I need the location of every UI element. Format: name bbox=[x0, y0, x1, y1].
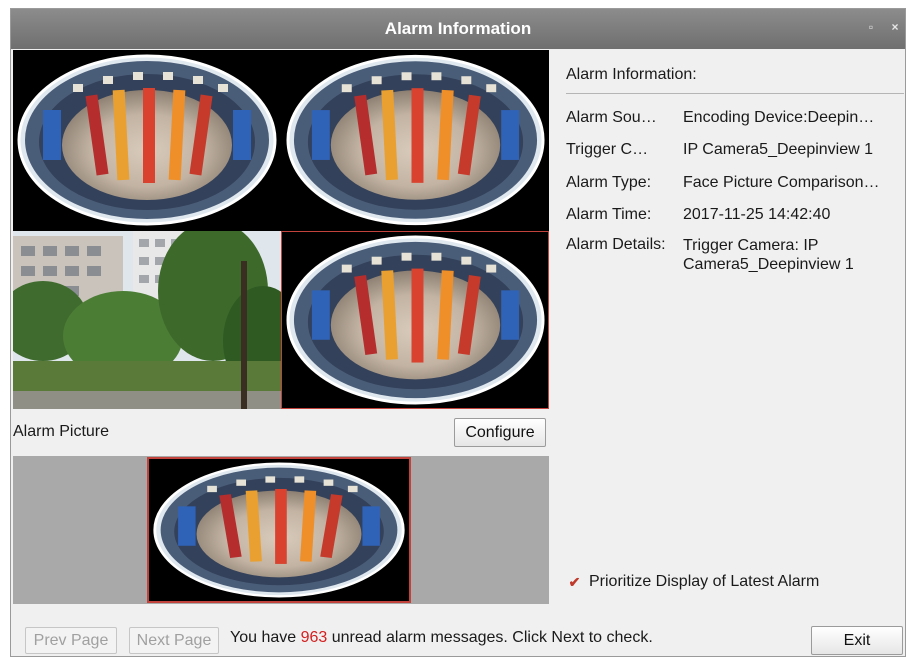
info-row-alarm-details: Alarm Details: Trigger Camera: IP Camera… bbox=[566, 236, 888, 274]
info-value: IP Camera5_Deepinview 1 bbox=[683, 141, 874, 158]
unread-prefix: You have bbox=[230, 629, 301, 646]
info-key: Trigger C… bbox=[566, 141, 649, 158]
info-value: Face Picture Comparison… bbox=[683, 174, 880, 191]
info-row-trigger-camera: Trigger C… IP Camera5_Deepinview 1 bbox=[566, 141, 901, 159]
info-key: Alarm Type: bbox=[566, 174, 652, 191]
info-value: Encoding Device:Deepin… bbox=[683, 109, 875, 126]
video-tile-2[interactable] bbox=[282, 50, 549, 230]
prioritize-latest-alarm-option[interactable]: ✔ Prioritize Display of Latest Alarm bbox=[568, 573, 820, 591]
info-row-alarm-type: Alarm Type: Face Picture Comparison… bbox=[566, 174, 901, 192]
video-grid bbox=[13, 50, 549, 409]
window-title: Alarm Information bbox=[384, 19, 532, 38]
exit-button[interactable]: Exit bbox=[811, 626, 903, 655]
info-key: Alarm Time: bbox=[566, 206, 652, 223]
alarm-information-window: Alarm Information ▫ × Alarm Picture Conf… bbox=[10, 8, 906, 657]
checkbox-icon[interactable]: ✔ bbox=[568, 574, 581, 590]
prev-page-button[interactable]: Prev Page bbox=[25, 627, 117, 654]
prioritize-label: Prioritize Display of Latest Alarm bbox=[589, 573, 820, 590]
video-tile-4[interactable] bbox=[282, 231, 549, 409]
alarm-picture-panel bbox=[13, 456, 549, 604]
info-key: Alarm Details: bbox=[566, 236, 666, 253]
info-divider bbox=[566, 93, 904, 94]
unread-count: 963 bbox=[300, 629, 328, 646]
video-tile-1[interactable] bbox=[13, 50, 281, 230]
restore-icon[interactable]: ▫ bbox=[865, 21, 877, 33]
info-heading: Alarm Information: bbox=[566, 66, 697, 83]
close-icon[interactable]: × bbox=[889, 21, 901, 33]
alarm-picture-label: Alarm Picture bbox=[13, 423, 110, 440]
title-bar: Alarm Information ▫ × bbox=[11, 9, 905, 49]
info-row-alarm-source: Alarm Sou… Encoding Device:Deepin… bbox=[566, 109, 901, 127]
configure-button[interactable]: Configure bbox=[454, 418, 546, 447]
info-row-alarm-time: Alarm Time: 2017-11-25 14:42:40 bbox=[566, 206, 901, 224]
video-tile-3[interactable] bbox=[13, 231, 281, 409]
unread-message: You have 963 unread alarm messages. Clic… bbox=[230, 629, 653, 647]
next-page-button[interactable]: Next Page bbox=[129, 627, 219, 654]
unread-suffix: unread alarm messages. Click Next to che… bbox=[327, 629, 653, 646]
alarm-picture-image[interactable] bbox=[147, 457, 411, 603]
info-key: Alarm Sou… bbox=[566, 109, 657, 126]
info-value: 2017-11-25 14:42:40 bbox=[683, 206, 831, 223]
info-value: Trigger Camera: IP Camera5_Deepinview 1 bbox=[683, 237, 854, 273]
